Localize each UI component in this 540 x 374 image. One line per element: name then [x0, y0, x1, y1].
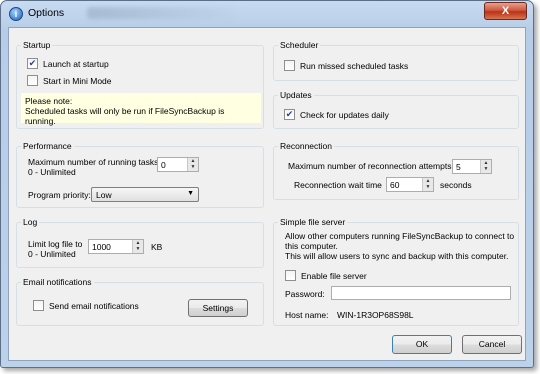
launch-at-startup-label: Launch at startup	[43, 59, 109, 69]
reconnection-wait-spinner[interactable]: 60 ▲ ▼	[386, 177, 434, 192]
log-limit-spinner[interactable]: 1000 ▲ ▼	[88, 239, 144, 254]
spinner-arrows-icon[interactable]: ▲ ▼	[187, 158, 198, 171]
max-running-tasks-value: 0	[161, 160, 166, 170]
cancel-button[interactable]: Cancel	[462, 335, 522, 354]
reconnection-group-title: Reconnection	[278, 141, 334, 151]
reconnection-wait-value: 60	[390, 180, 400, 190]
start-mini-mode-checkbox[interactable]	[27, 75, 38, 86]
ok-button[interactable]: OK	[392, 335, 452, 354]
reconnection-wait-unit: seconds	[440, 180, 472, 190]
file-server-desc-line: this computer.	[285, 241, 338, 251]
send-email-label: Send email notifications	[49, 301, 139, 311]
note-heading: Please note:	[25, 96, 73, 106]
options-client-area: Startup Launch at startup Start in Mini …	[8, 27, 526, 361]
max-running-tasks-label: Maximum number of running tasks	[28, 157, 159, 167]
reconnection-group: Reconnection Maximum number of reconnect…	[273, 141, 519, 200]
email-group-title: Email notifications	[21, 277, 94, 287]
password-input[interactable]	[331, 286, 511, 300]
spinner-arrows-icon[interactable]: ▲ ▼	[132, 240, 143, 253]
options-window: i Options X Startup Launch at startup St…	[0, 0, 534, 368]
note-text: Scheduled tasks will only be run if File…	[25, 106, 225, 126]
chevron-down-icon: ▼	[187, 190, 194, 197]
log-limit-unit: KB	[151, 242, 163, 252]
send-email-checkbox[interactable]	[33, 300, 44, 311]
scheduler-group: Scheduler Run missed scheduled tasks	[273, 40, 519, 81]
log-group: Log Limit log file to 0 - Unlimited 1000…	[16, 217, 264, 268]
scheduler-group-title: Scheduler	[278, 40, 321, 50]
close-button[interactable]: X	[484, 2, 527, 20]
log-limit-label: Limit log file to	[28, 239, 83, 249]
file-server-desc-line: Allow other computers running FileSyncBa…	[285, 231, 515, 241]
title-bar[interactable]: i Options X	[1, 1, 533, 27]
max-running-tasks-spinner[interactable]: 0 ▲ ▼	[157, 157, 199, 172]
updates-group: Updates Check for updates daily	[273, 90, 519, 129]
host-name-label: Host name:	[285, 310, 329, 320]
file-server-description: Allow other computers running FileSyncBa…	[285, 231, 514, 261]
reconnection-attempts-value: 5	[456, 162, 461, 172]
email-settings-button[interactable]: Settings	[188, 299, 248, 317]
spinner-arrows-icon[interactable]: ▲ ▼	[480, 160, 491, 173]
spinner-arrows-icon[interactable]: ▲ ▼	[422, 178, 433, 191]
reconnection-attempts-label: Maximum number of reconnection attempts	[288, 161, 452, 171]
host-name-value: WIN-1R3OP68S98L	[337, 310, 414, 320]
log-group-title: Log	[21, 217, 40, 227]
reconnection-wait-label: Reconnection wait time	[294, 180, 382, 190]
max-running-tasks-hint: 0 - Unlimited	[28, 167, 76, 177]
startup-group: Startup Launch at startup Start in Mini …	[16, 40, 264, 129]
app-icon: i	[9, 7, 23, 21]
startup-note: Please note: Scheduled tasks will only b…	[21, 93, 261, 126]
run-missed-tasks-checkbox[interactable]	[284, 60, 295, 71]
check-updates-checkbox[interactable]	[284, 109, 295, 120]
performance-group-title: Performance	[21, 141, 74, 151]
window-title: Options	[28, 7, 65, 19]
blurred-title-text	[87, 7, 237, 19]
reconnection-attempts-spinner[interactable]: 5 ▲ ▼	[452, 159, 492, 174]
log-limit-hint: 0 - Unlimited	[28, 249, 76, 259]
performance-group: Performance Maximum number of running ta…	[16, 141, 264, 208]
password-label: Password:	[285, 289, 325, 299]
program-priority-label: Program priority:	[28, 190, 91, 200]
check-updates-label: Check for updates daily	[300, 110, 389, 120]
launch-at-startup-checkbox[interactable]	[27, 58, 38, 69]
startup-group-title: Startup	[21, 40, 53, 50]
email-group: Email notifications Send email notificat…	[16, 277, 264, 326]
program-priority-value: Low	[96, 190, 112, 200]
run-missed-tasks-label: Run missed scheduled tasks	[300, 61, 409, 71]
file-server-desc-line: This will allow users to sync and backup…	[285, 251, 509, 261]
program-priority-dropdown[interactable]: Low ▼	[91, 187, 199, 202]
log-limit-value: 1000	[92, 242, 111, 252]
start-mini-mode-label: Start in Mini Mode	[43, 76, 112, 86]
enable-file-server-label: Enable file server	[301, 271, 367, 281]
file-server-group-title: Simple file server	[278, 217, 348, 227]
updates-group-title: Updates	[278, 90, 314, 100]
enable-file-server-checkbox[interactable]	[285, 270, 296, 281]
file-server-group: Simple file server Allow other computers…	[273, 217, 519, 326]
